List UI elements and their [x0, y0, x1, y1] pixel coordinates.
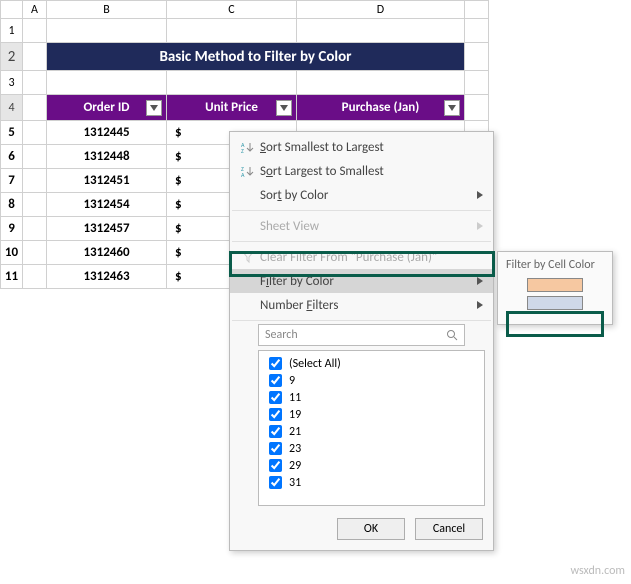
cell-order[interactable]: 1312457	[47, 217, 167, 241]
row-4[interactable]: 4	[1, 95, 23, 121]
menu-sort-desc[interactable]: ZA Sort Largest to Smallest	[230, 159, 493, 183]
sort-desc-icon: ZA	[236, 164, 260, 178]
filter-button-purchase[interactable]	[444, 100, 460, 116]
clear-filter-icon	[236, 250, 260, 264]
row-8[interactable]: 8	[1, 193, 23, 217]
check-item[interactable]: 11	[265, 389, 478, 406]
column-header-row: A B C D	[1, 1, 489, 19]
cancel-button[interactable]: Cancel	[415, 518, 483, 540]
row-3[interactable]: 3	[1, 71, 23, 95]
page-title: Basic Method to Filter by Color	[47, 43, 465, 71]
menu-label: SSort Smallest to Largestort Smallest to…	[260, 140, 384, 155]
row-2[interactable]: 2	[1, 43, 23, 71]
check-select-all[interactable]: (Select All)	[265, 355, 478, 372]
row-11[interactable]: 11	[1, 265, 23, 289]
header-unit-price: Unit Price	[167, 95, 297, 121]
row-7[interactable]: 7	[1, 169, 23, 193]
color-swatch-peach[interactable]	[527, 278, 583, 292]
cell-order[interactable]: 1312451	[47, 169, 167, 193]
submenu-arrow-icon	[477, 191, 483, 199]
watermark: wsxdn.com	[570, 564, 625, 578]
row-1[interactable]: 1	[1, 19, 23, 43]
row-9[interactable]: 9	[1, 217, 23, 241]
filter-search-input[interactable]: Search	[258, 324, 465, 346]
col-D[interactable]: D	[297, 1, 465, 19]
menu-number-filters[interactable]: Number Filters	[230, 293, 493, 317]
menu-sheet-view: Sheet View	[230, 214, 493, 238]
menu-label: Filter by Color	[260, 274, 334, 289]
check-item[interactable]: 31	[265, 474, 478, 491]
cell-order[interactable]: 1312454	[47, 193, 167, 217]
col-B[interactable]: B	[47, 1, 167, 19]
col-E[interactable]	[465, 1, 489, 19]
menu-clear-filter: Clear Filter From "Purchase (Jan)"	[230, 245, 493, 269]
menu-sort-by-color[interactable]: Sort by Color	[230, 183, 493, 207]
search-placeholder: Search	[265, 328, 298, 342]
row-10[interactable]: 10	[1, 241, 23, 265]
filter-button-price[interactable]	[276, 100, 292, 116]
menu-label: Sort Largest to Smallest	[260, 164, 384, 179]
menu-label: Sort by Color	[260, 188, 328, 203]
menu-filter-by-color[interactable]: Filter by Color	[230, 269, 493, 293]
cell-order[interactable]: 1312463	[47, 265, 167, 289]
menu-sort-asc[interactable]: AZ SSort Smallest to Largestort Smallest…	[230, 135, 493, 159]
submenu-title: Filter by Cell Color	[506, 258, 604, 272]
cell-order[interactable]: 1312445	[47, 121, 167, 145]
menu-label: Sheet View	[260, 219, 319, 234]
check-item[interactable]: 19	[265, 406, 478, 423]
select-all-corner[interactable]	[1, 1, 23, 19]
check-item[interactable]: 23	[265, 440, 478, 457]
check-item[interactable]: 9	[265, 372, 478, 389]
check-item[interactable]: 21	[265, 423, 478, 440]
col-A[interactable]: A	[23, 1, 47, 19]
row-6[interactable]: 6	[1, 145, 23, 169]
filter-button-order[interactable]	[146, 100, 162, 116]
svg-text:Z: Z	[241, 147, 244, 154]
col-C[interactable]: C	[167, 1, 297, 19]
filter-dropdown-menu: AZ SSort Smallest to Largestort Smallest…	[229, 131, 494, 551]
ok-button[interactable]: OK	[337, 518, 405, 540]
header-purchase: Purchase (Jan)	[297, 95, 465, 121]
filter-by-color-submenu: Filter by Cell Color	[497, 251, 613, 325]
check-item[interactable]: 29	[265, 457, 478, 474]
color-swatch-lightblue[interactable]	[527, 296, 583, 310]
filter-value-list[interactable]: (Select All) 9 11 19 21 23 29 31	[258, 350, 485, 506]
sort-asc-icon: AZ	[236, 140, 260, 154]
cell-order[interactable]: 1312448	[47, 145, 167, 169]
submenu-arrow-icon	[477, 301, 483, 309]
search-icon	[446, 329, 458, 341]
menu-label: Number Filters	[260, 298, 338, 313]
header-order-id: Order ID	[47, 95, 167, 121]
submenu-arrow-icon	[477, 222, 483, 230]
svg-text:A: A	[241, 171, 245, 178]
submenu-arrow-icon	[477, 277, 483, 285]
row-5[interactable]: 5	[1, 121, 23, 145]
cell-order[interactable]: 1312460	[47, 241, 167, 265]
menu-label: Clear Filter From "Purchase (Jan)"	[260, 250, 437, 265]
